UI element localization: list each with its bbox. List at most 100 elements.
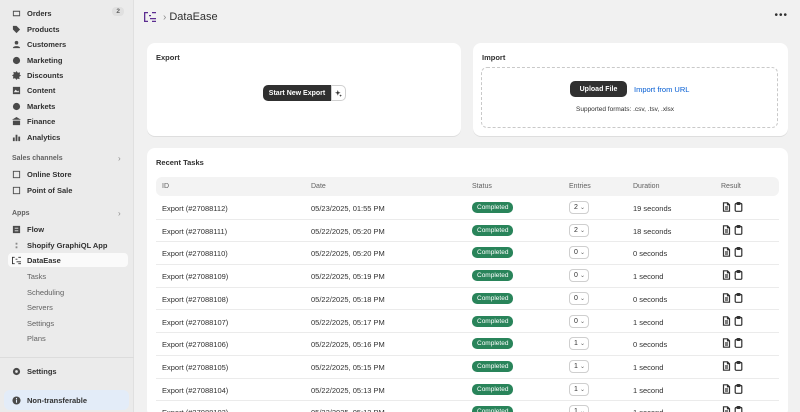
sidebar-item-finance[interactable]: Finance: [8, 114, 128, 128]
sidebar-item-label: Shopify GraphiQL App: [27, 240, 108, 250]
sidebar-sub-tasks[interactable]: Tasks: [27, 272, 46, 281]
recent-tasks-title: Recent Tasks: [156, 158, 204, 167]
file-icon[interactable]: [722, 292, 731, 303]
status-badge: Completed: [472, 406, 514, 412]
start-new-export-button[interactable]: Start New Export: [263, 85, 331, 101]
sidebar-item-discounts[interactable]: Discounts: [8, 68, 128, 82]
discount-icon: [12, 70, 21, 80]
chevron-right-icon[interactable]: ›: [118, 154, 121, 163]
status-badge: Completed: [472, 315, 514, 327]
sidebar-sub-plans[interactable]: Plans: [27, 334, 46, 343]
column-header: Date: [311, 183, 326, 190]
sparkle-icon: [335, 89, 342, 97]
entries-select[interactable]: 0 ⌄: [569, 246, 589, 260]
task-id[interactable]: Export (#27088107): [162, 318, 228, 327]
clipboard-icon[interactable]: [734, 315, 743, 326]
non-transferable-banner[interactable]: Non-transferable: [4, 390, 129, 410]
entries-select[interactable]: 1⌄: [569, 359, 589, 373]
image-icon: [12, 86, 21, 95]
task-id[interactable]: Export (#27088106): [162, 340, 228, 349]
entries-select[interactable]: 0 ⌄: [569, 269, 589, 283]
bank-icon: [12, 116, 21, 126]
clipboard-icon[interactable]: [734, 292, 743, 303]
file-icon[interactable]: [722, 315, 731, 326]
sidebar-item-markets[interactable]: Markets: [8, 99, 128, 113]
task-id[interactable]: Export (#27088103): [162, 408, 228, 412]
sidebar-item-analytics[interactable]: Analytics: [8, 130, 128, 144]
clipboard-icon[interactable]: [734, 338, 743, 349]
sidebar-sub-servers[interactable]: Servers: [27, 303, 53, 312]
sidebar-item-flow[interactable]: Flow: [8, 222, 128, 236]
clipboard-icon[interactable]: [734, 406, 743, 412]
task-date: 05/22/2025, 05:16 PM: [311, 340, 385, 350]
table-row[interactable]: Export (#27088112) 05/23/2025, 01:55 PM Co…: [156, 197, 779, 220]
sidebar-item-graphiql[interactable]: Shopify GraphiQL App: [8, 238, 128, 252]
entries-select[interactable]: 0 ⌄: [569, 314, 589, 328]
clipboard-icon[interactable]: [734, 360, 743, 371]
sidebar-item-label: Finance: [27, 116, 56, 126]
more-actions-button[interactable]: •••: [774, 10, 788, 21]
sidebar-item-dataease[interactable]: DataEase: [8, 253, 128, 267]
export-options-button[interactable]: [331, 85, 346, 101]
sidebar-item-content[interactable]: Content: [8, 83, 128, 97]
task-id[interactable]: Export (#27088111): [162, 227, 227, 236]
column-header: Result: [721, 183, 741, 190]
clipboard-icon[interactable]: [734, 247, 743, 258]
task-id[interactable]: Export (#27088108): [162, 295, 228, 304]
status-badge: Completed: [472, 270, 514, 282]
table-row[interactable]: Export (#27088107) 05/22/2025, 05:17 PM Co…: [156, 311, 779, 334]
entries-select[interactable]: 2 ⌄: [569, 223, 589, 237]
table-row[interactable]: Export (#27088108) 05/22/2025, 05:18 PM Co…: [156, 288, 779, 311]
table-row[interactable]: Export (#27088109) 05/22/2025, 05:19 PM Co…: [156, 265, 779, 288]
task-id[interactable]: Export (#27088112): [162, 204, 228, 213]
sidebar-item-customers[interactable]: Customers: [8, 37, 128, 51]
task-id[interactable]: Export (#27088105): [162, 363, 228, 372]
sidebar-item-label: Customers: [27, 39, 67, 49]
sidebar-item-marketing[interactable]: Marketing: [8, 53, 128, 67]
sidebar-sub-scheduling[interactable]: Scheduling: [27, 288, 64, 297]
file-icon[interactable]: [722, 361, 731, 371]
import-from-url-link[interactable]: Import from URL: [634, 85, 689, 94]
clipboard-icon[interactable]: [734, 202, 743, 212]
task-date: 05/22/2025, 05:17 PM: [311, 317, 385, 327]
entries-select[interactable]: 1⌄: [569, 382, 589, 396]
column-header: ID: [162, 183, 169, 190]
clipboard-icon[interactable]: [734, 270, 743, 280]
sidebar-item-point-of-sale[interactable]: Point of Sale: [8, 183, 128, 197]
clipboard-icon[interactable]: [734, 383, 743, 394]
file-icon[interactable]: [722, 224, 731, 235]
entries-select[interactable]: 0 ⌄: [569, 291, 589, 305]
table-row[interactable]: Export (#27088110) 05/22/2025, 05:20 PM Co…: [156, 242, 779, 266]
sidebar-item-products[interactable]: Products: [8, 22, 128, 36]
entries-select[interactable]: 1⌄: [569, 405, 589, 412]
chevron-down-icon: ⌄: [579, 386, 585, 393]
sidebar-sub-settings[interactable]: Settings: [27, 319, 54, 328]
table-row[interactable]: Export (#27088111) 05/22/2025, 05:20 PM Co…: [156, 220, 779, 243]
file-icon[interactable]: [722, 338, 731, 348]
import-card-title: Import: [482, 53, 506, 62]
clipboard-icon[interactable]: [734, 224, 743, 235]
upload-file-button[interactable]: Upload File: [570, 81, 627, 97]
file-icon[interactable]: [722, 270, 731, 280]
table-row[interactable]: Export (#27088104) 05/22/2025, 05:13 PM Co…: [156, 379, 779, 402]
file-icon[interactable]: [722, 202, 731, 212]
sidebar-item-settings[interactable]: Settings: [8, 364, 128, 378]
task-id[interactable]: Export (#27088104): [162, 386, 228, 395]
file-icon[interactable]: [722, 247, 731, 258]
sidebar-item-orders[interactable]: Orders 2: [8, 6, 128, 20]
sidebar-item-online-store[interactable]: Online Store: [8, 167, 128, 181]
file-icon[interactable]: [722, 406, 731, 412]
entries-select[interactable]: 2 ⌄: [569, 201, 589, 214]
entries-select[interactable]: 1⌄: [569, 337, 589, 351]
task-id[interactable]: Export (#27088110): [162, 249, 228, 258]
chevron-down-icon: ⌄: [579, 295, 585, 302]
graphiql-icon: [12, 241, 21, 250]
table-row[interactable]: Export (#27088106) 05/22/2025, 05:16 PM Co…: [156, 333, 779, 356]
table-row[interactable]: Export (#27088103) 05/22/2025, 05:12 PM Co…: [156, 401, 779, 412]
file-icon[interactable]: [722, 383, 731, 394]
import-drop-zone[interactable]: [481, 67, 778, 128]
table-row[interactable]: Export (#27088105) 05/22/2025, 05:15 PM Co…: [156, 356, 779, 379]
task-id[interactable]: Export (#27088109): [162, 272, 228, 281]
chevron-right-icon[interactable]: ›: [118, 209, 121, 218]
task-duration: 1 second: [633, 317, 664, 327]
